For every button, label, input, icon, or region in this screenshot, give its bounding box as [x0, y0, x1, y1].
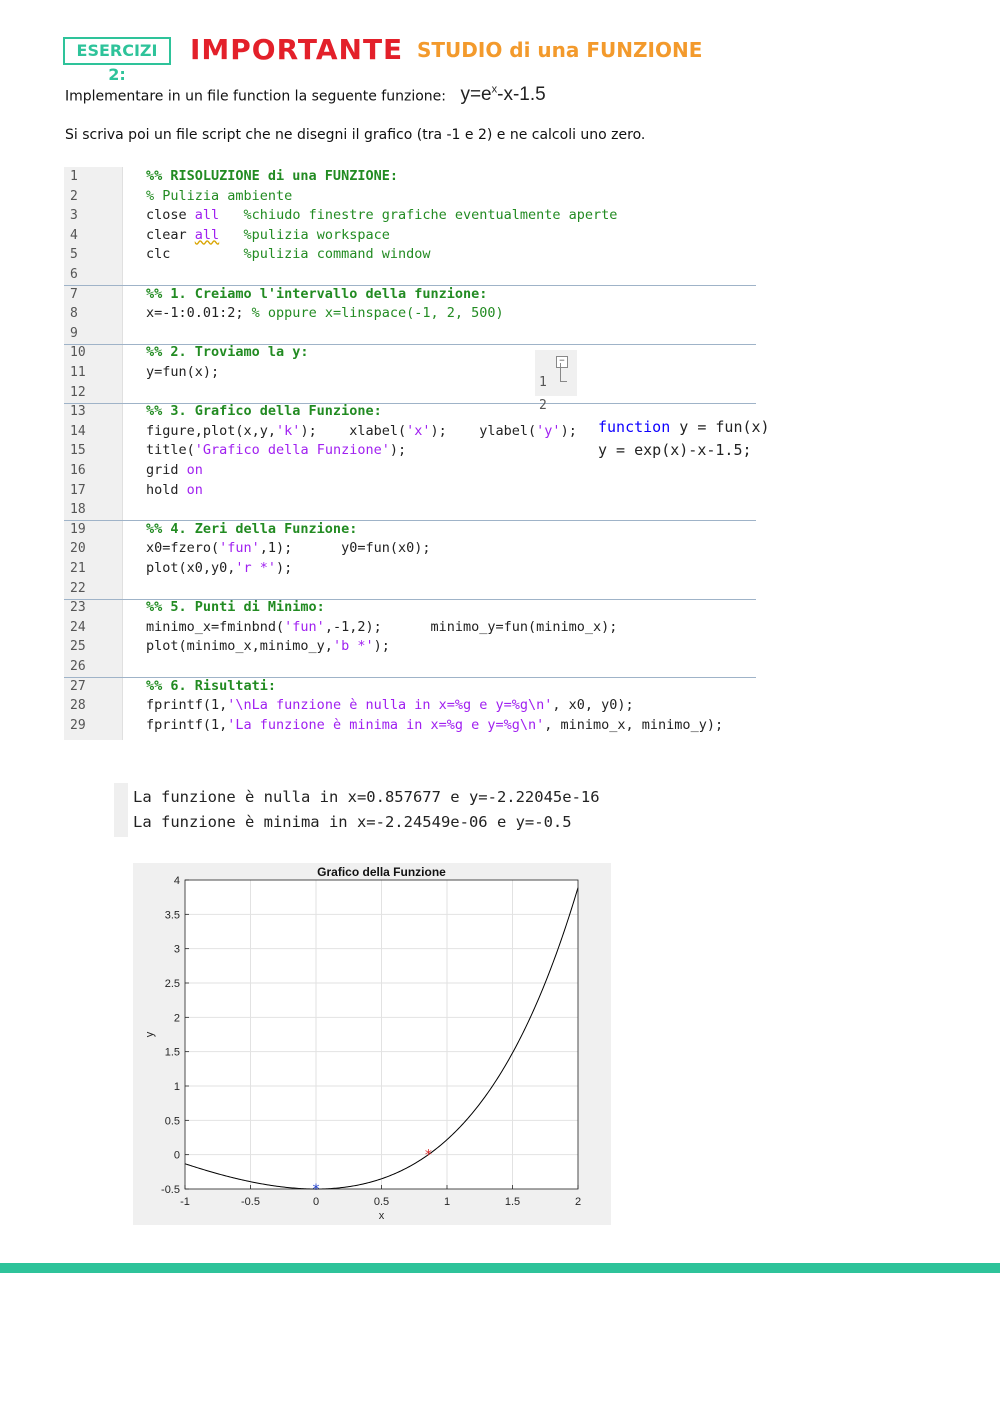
y-tick-label: 2	[174, 1012, 180, 1024]
code-line-2: % Pulizia ambiente	[146, 187, 293, 204]
y-tick-label: 3	[174, 944, 180, 956]
x-tick-label: -1	[180, 1196, 190, 1208]
formula-base: y=e	[460, 84, 492, 106]
formula-rest: -x-1.5	[497, 84, 546, 106]
code-line-16: grid on	[146, 462, 203, 478]
y-tick-label: 4	[174, 875, 180, 887]
minimum-marker: *	[313, 1182, 320, 1198]
function-line-number: 2	[539, 398, 547, 413]
code-line-21: plot(x0,y0,'r *');	[146, 560, 293, 576]
code-line-25: plot(minimo_x,minimo_y,'b *');	[146, 638, 390, 655]
console-line-1: La funzione è nulla in x=0.857677 e y=-2…	[133, 788, 600, 806]
chart-title: Grafico della Funzione	[317, 865, 446, 879]
intro-line-1: Implementare in un file function la segu…	[65, 80, 546, 106]
x-tick-label: -0.5	[241, 1196, 260, 1208]
function-line-1: function y = fun(x)	[598, 418, 770, 436]
y-tick-label: 0.5	[165, 1115, 180, 1127]
intro-line-2: Si scriva poi un file script che ne dise…	[65, 127, 646, 143]
line-number: 9	[70, 325, 78, 341]
y-tick-label: 1	[174, 1081, 180, 1093]
x-tick-label: 0.5	[374, 1196, 389, 1208]
code-line-7: %% 1. Creiamo l'intervallo della funzion…	[146, 285, 488, 302]
line-number: 26	[70, 659, 86, 674]
code-line-3: close all %chiudo finestre grafiche even…	[146, 207, 618, 224]
code-line-1: %% RISOLUZIONE di una FUNZIONE:	[146, 168, 398, 184]
code-line-27: %% 6. Risultati:	[146, 677, 277, 694]
x-tick-label: 1	[444, 1196, 450, 1208]
figure-window: -1 -0.5 0 0.5 1 1.5 2 -0.5 0 0.5 1 1.5 2 2.5 3 3.5 4 * * Gr…	[133, 863, 611, 1225]
code-line-5: clc %pulizia command window	[146, 246, 431, 263]
footer-bar	[0, 1263, 1000, 1273]
code-line-14: figure,plot(x,y,'k'); xlabel('x'); ylabe…	[146, 422, 577, 439]
y-axis-label: y	[144, 1031, 156, 1037]
code-line-10: %% 2. Troviamo la y:	[146, 344, 309, 361]
command-window-output: La funzione è nulla in x=0.857677 e y=-2…	[114, 783, 674, 837]
y-tick-label: 2.5	[165, 978, 180, 990]
code-line-29: fprintf(1,'La funzione è minima in x=%g …	[146, 716, 724, 733]
zero-marker: *	[425, 1148, 432, 1164]
x-axis-label: x	[379, 1210, 385, 1222]
line-number: 22	[70, 580, 86, 596]
code-line-23: %% 5. Punti di Minimo:	[146, 599, 325, 616]
function-chart: -1 -0.5 0 0.5 1 1.5 2-0.500.511.522.533.54**Gr…	[144, 865, 581, 1222]
y-tick-label: 1.5	[165, 1047, 180, 1059]
line-number: 12	[70, 384, 86, 400]
code-line-24: minimo_x=fminbnd('fun',-1,2); minimo_y=f…	[146, 618, 618, 635]
x-tick-label: 1.5	[505, 1196, 520, 1208]
code-line-4: clear all %pulizia workspace	[146, 226, 390, 243]
line-number: 18	[70, 502, 86, 518]
code-line-13: %% 3. Grafico della Funzione:	[146, 403, 382, 420]
formula: y=ex-x-1.5	[460, 84, 545, 105]
exercise-tag: ESERCIZI 2:	[63, 37, 171, 84]
code-line-19: %% 4. Zeri della Funzione:	[146, 520, 358, 537]
function-file-editor: 1 − function y = fun(x) 2 y = exp(x)-x-1…	[535, 350, 775, 459]
code-line-20: x0=fzero('fun',1); y0=fun(x0);	[146, 540, 431, 557]
y-tick-label: 0	[174, 1150, 180, 1162]
y-tick-label: -0.5	[161, 1184, 180, 1196]
section-subtitle: STUDIO di una FUNZIONE	[417, 38, 703, 62]
code-line-28: fprintf(1,'\nLa funzione è nulla in x=%g…	[146, 697, 634, 714]
code-line-8: x=-1:0.01:2; % oppure x=linspace(-1, 2, …	[146, 305, 504, 322]
console-line-2: La funzione è minima in x=-2.24549e-06 e…	[133, 813, 572, 831]
fold-guide	[560, 363, 567, 382]
function-line-2: y = exp(x)-x-1.5;	[598, 441, 752, 459]
important-title: IMPORTANTE	[190, 33, 404, 66]
line-number: 6	[70, 267, 78, 282]
intro-text: Implementare in un file function la segu…	[65, 88, 446, 105]
code-line-15: title('Grafico della Funzione');	[146, 442, 407, 459]
code-line-17: hold on	[146, 481, 203, 498]
console-margin	[114, 783, 128, 837]
code-line-11: y=fun(x);	[146, 364, 220, 380]
y-tick-label: 3.5	[165, 909, 180, 921]
x-tick-label: 2	[575, 1196, 581, 1208]
